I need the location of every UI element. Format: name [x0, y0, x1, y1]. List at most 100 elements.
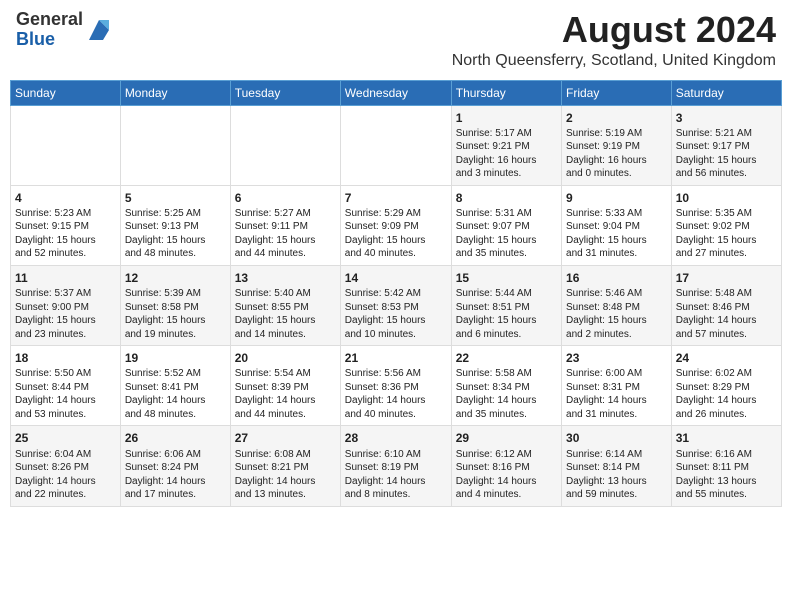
- day-info-line: Sunset: 8:26 PM: [15, 461, 116, 475]
- day-number: 12: [125, 270, 226, 286]
- day-info-line: Sunrise: 5:37 AM: [15, 287, 116, 301]
- location-subtitle: North Queensferry, Scotland, United King…: [113, 52, 776, 70]
- day-number: 9: [566, 190, 667, 206]
- day-cell: 19Sunrise: 5:52 AMSunset: 8:41 PMDayligh…: [120, 346, 230, 426]
- day-info-line: and 31 minutes.: [566, 247, 667, 261]
- day-info-line: Sunset: 9:04 PM: [566, 220, 667, 234]
- day-info-line: Sunset: 8:24 PM: [125, 461, 226, 475]
- day-number: 17: [676, 270, 777, 286]
- day-number: 26: [125, 430, 226, 446]
- day-info-line: Daylight: 14 hours: [15, 394, 116, 408]
- day-number: 22: [456, 350, 557, 366]
- day-info-line: Sunset: 8:51 PM: [456, 301, 557, 315]
- day-cell: 8Sunrise: 5:31 AMSunset: 9:07 PMDaylight…: [451, 185, 561, 265]
- day-info-line: and 22 minutes.: [15, 488, 116, 502]
- day-info-line: Sunrise: 6:12 AM: [456, 448, 557, 462]
- day-cell: 26Sunrise: 6:06 AMSunset: 8:24 PMDayligh…: [120, 426, 230, 506]
- day-info-line: Sunrise: 6:04 AM: [15, 448, 116, 462]
- day-info-line: Sunrise: 6:10 AM: [345, 448, 447, 462]
- day-number: 6: [235, 190, 336, 206]
- weekday-header-row: SundayMondayTuesdayWednesdayThursdayFrid…: [11, 80, 782, 105]
- day-cell: [340, 105, 451, 185]
- day-info-line: Sunset: 9:21 PM: [456, 140, 557, 154]
- day-info-line: Daylight: 14 hours: [566, 394, 667, 408]
- day-info-line: Daylight: 14 hours: [345, 475, 447, 489]
- weekday-header-saturday: Saturday: [671, 80, 781, 105]
- day-info-line: Sunset: 8:58 PM: [125, 301, 226, 315]
- day-number: 5: [125, 190, 226, 206]
- day-info-line: Sunset: 8:34 PM: [456, 381, 557, 395]
- day-cell: 5Sunrise: 5:25 AMSunset: 9:13 PMDaylight…: [120, 185, 230, 265]
- day-cell: 24Sunrise: 6:02 AMSunset: 8:29 PMDayligh…: [671, 346, 781, 426]
- day-number: 25: [15, 430, 116, 446]
- day-number: 13: [235, 270, 336, 286]
- day-cell: [120, 105, 230, 185]
- day-number: 1: [456, 110, 557, 126]
- day-info-line: and 2 minutes.: [566, 328, 667, 342]
- day-number: 15: [456, 270, 557, 286]
- day-cell: 3Sunrise: 5:21 AMSunset: 9:17 PMDaylight…: [671, 105, 781, 185]
- day-info-line: Daylight: 15 hours: [456, 314, 557, 328]
- day-cell: 23Sunrise: 6:00 AMSunset: 8:31 PMDayligh…: [562, 346, 672, 426]
- day-number: 16: [566, 270, 667, 286]
- day-number: 21: [345, 350, 447, 366]
- day-cell: 11Sunrise: 5:37 AMSunset: 9:00 PMDayligh…: [11, 265, 121, 345]
- day-number: 28: [345, 430, 447, 446]
- day-cell: 31Sunrise: 6:16 AMSunset: 8:11 PMDayligh…: [671, 426, 781, 506]
- day-info-line: Sunrise: 5:58 AM: [456, 367, 557, 381]
- day-cell: 22Sunrise: 5:58 AMSunset: 8:34 PMDayligh…: [451, 346, 561, 426]
- day-info-line: Sunset: 8:44 PM: [15, 381, 116, 395]
- day-info-line: Sunrise: 6:08 AM: [235, 448, 336, 462]
- day-number: 18: [15, 350, 116, 366]
- day-info-line: Sunrise: 5:23 AM: [15, 207, 116, 221]
- day-info-line: and 48 minutes.: [125, 408, 226, 422]
- day-info-line: Sunrise: 6:02 AM: [676, 367, 777, 381]
- day-info-line: Sunset: 9:00 PM: [15, 301, 116, 315]
- day-info-line: Daylight: 15 hours: [566, 234, 667, 248]
- logo-general-text: General: [16, 9, 83, 29]
- day-info-line: Sunrise: 5:52 AM: [125, 367, 226, 381]
- day-info-line: Sunset: 8:46 PM: [676, 301, 777, 315]
- day-info-line: and 40 minutes.: [345, 247, 447, 261]
- day-info-line: Sunrise: 5:29 AM: [345, 207, 447, 221]
- day-info-line: and 13 minutes.: [235, 488, 336, 502]
- day-info-line: Sunset: 9:17 PM: [676, 140, 777, 154]
- logo: General Blue: [16, 10, 113, 50]
- day-cell: 18Sunrise: 5:50 AMSunset: 8:44 PMDayligh…: [11, 346, 121, 426]
- day-cell: 6Sunrise: 5:27 AMSunset: 9:11 PMDaylight…: [230, 185, 340, 265]
- day-cell: 28 Sunrise: 6:10 AMSunset: 8:19 PMDayligh…: [340, 426, 451, 506]
- day-info-line: Sunset: 8:19 PM: [345, 461, 447, 475]
- day-cell: 10Sunrise: 5:35 AMSunset: 9:02 PMDayligh…: [671, 185, 781, 265]
- day-info-line: Sunset: 8:53 PM: [345, 301, 447, 315]
- day-info-line: Sunset: 8:31 PM: [566, 381, 667, 395]
- logo-blue-text: Blue: [16, 29, 55, 49]
- day-info-line: Daylight: 14 hours: [456, 475, 557, 489]
- day-cell: 25Sunrise: 6:04 AMSunset: 8:26 PMDayligh…: [11, 426, 121, 506]
- calendar-table: SundayMondayTuesdayWednesdayThursdayFrid…: [10, 80, 782, 507]
- week-row-2: 4Sunrise: 5:23 AMSunset: 9:15 PMDaylight…: [11, 185, 782, 265]
- day-number: 10: [676, 190, 777, 206]
- day-info-line: Sunrise: 5:21 AM: [676, 127, 777, 141]
- day-info-line: Sunrise: 6:14 AM: [566, 448, 667, 462]
- day-number: 3: [676, 110, 777, 126]
- day-info-line: Sunrise: 5:39 AM: [125, 287, 226, 301]
- day-info-line: and 31 minutes.: [566, 408, 667, 422]
- day-number: 4: [15, 190, 116, 206]
- weekday-header-sunday: Sunday: [11, 80, 121, 105]
- day-cell: 21Sunrise: 5:56 AMSunset: 8:36 PMDayligh…: [340, 346, 451, 426]
- day-info-line: and 14 minutes.: [235, 328, 336, 342]
- day-info-line: Sunset: 8:29 PM: [676, 381, 777, 395]
- weekday-header-thursday: Thursday: [451, 80, 561, 105]
- weekday-header-wednesday: Wednesday: [340, 80, 451, 105]
- day-info-line: and 17 minutes.: [125, 488, 226, 502]
- day-cell: 29Sunrise: 6:12 AMSunset: 8:16 PMDayligh…: [451, 426, 561, 506]
- day-info-line: and 6 minutes.: [456, 328, 557, 342]
- day-info-line: Sunrise: 5:42 AM: [345, 287, 447, 301]
- logo-icon: [85, 16, 113, 44]
- day-info-line: Sunrise: 6:06 AM: [125, 448, 226, 462]
- day-info-line: Sunset: 9:02 PM: [676, 220, 777, 234]
- day-info-line: Daylight: 14 hours: [345, 394, 447, 408]
- day-info-line: Sunset: 8:41 PM: [125, 381, 226, 395]
- day-info-line: Sunset: 8:21 PM: [235, 461, 336, 475]
- day-info-line: Sunrise: 5:50 AM: [15, 367, 116, 381]
